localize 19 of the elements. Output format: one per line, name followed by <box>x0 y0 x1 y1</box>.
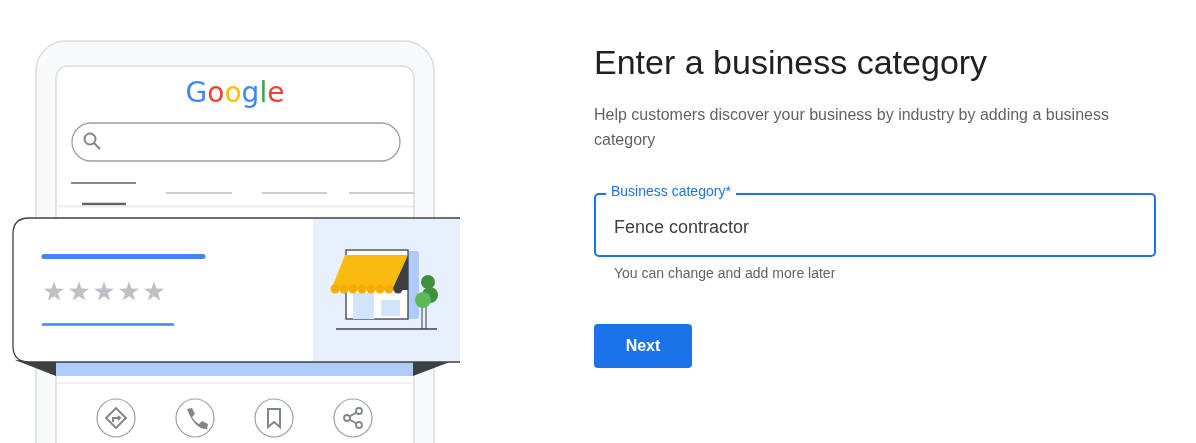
star-icon <box>69 281 89 301</box>
google-logo: Google <box>185 76 285 109</box>
description-text: Help customers discover your business by industry by adding a business category <box>594 105 1110 150</box>
star-icon <box>144 281 164 301</box>
bookmark-icon <box>267 408 281 430</box>
next-button[interactable]: Next <box>594 324 692 368</box>
star-icon <box>44 281 64 301</box>
star-icon <box>119 281 139 301</box>
action-circle <box>254 398 294 438</box>
action-circle <box>96 398 136 438</box>
search-icon <box>83 132 101 150</box>
share-icon <box>343 407 363 429</box>
action-circle <box>175 398 215 438</box>
phone-icon <box>187 408 208 429</box>
directions-icon <box>104 406 128 430</box>
helper-text: You can change and add more later <box>614 264 837 282</box>
star-icon <box>94 281 114 301</box>
field-label: Business category* <box>606 183 736 199</box>
page-title: Enter a business category <box>594 42 989 83</box>
